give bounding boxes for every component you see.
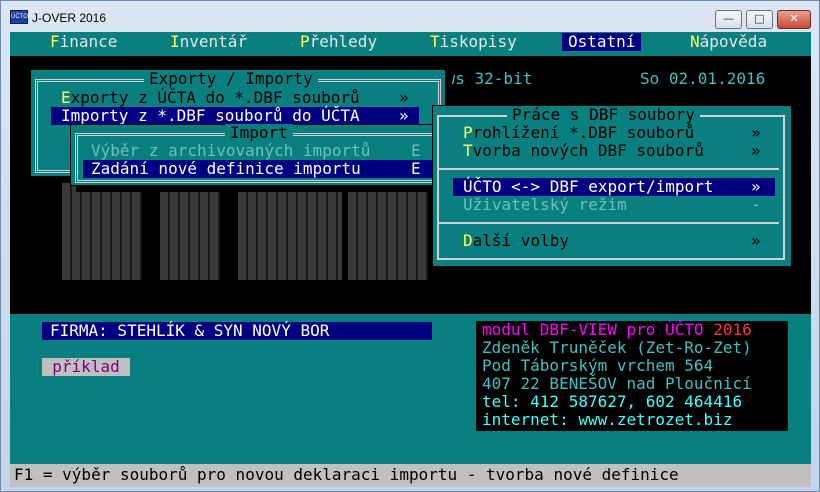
module-info-box: modul DBF-VIEW pro ÚČTO 2016 Zdeněk Trun…: [476, 321, 788, 431]
submenu-arrow-icon: »: [751, 141, 761, 160]
street-line: Pod Táborským vrchem 564: [482, 356, 714, 375]
menu-item-vyber-archivovanych[interactable]: Výběr z archivovaných importů E: [91, 142, 431, 160]
console-area: Finance Inventář Přehledy Tiskopisy Osta…: [10, 32, 811, 487]
submenu-arrow-icon: »: [751, 231, 761, 250]
phone-line: tel: 412 587627, 602 464416: [482, 392, 743, 411]
app-icon[interactable]: ÚČTO: [10, 10, 28, 24]
window-title: J-OVER 2016: [32, 11, 107, 25]
menu-item-tvorba[interactable]: Tvorba nových DBF souborů »: [463, 142, 773, 160]
dalsi-hotkey: D: [463, 231, 473, 250]
logo-block-1: [62, 180, 142, 280]
exporty-hotkey: E: [61, 88, 71, 107]
importy-label: Importy z *.DBF souborů do ÚČTA: [61, 106, 360, 125]
os-label: ows 32-bit: [436, 69, 533, 88]
module-name: modul DBF-VIEW pro ÚČTO: [482, 320, 704, 339]
company-name: FIRMA: STEHLÍK & SYN NOVÝ BOR: [42, 322, 432, 340]
menu-tiskopisy-hotkey: T: [430, 32, 440, 51]
import-submenu: Import Výběr z archivovaných importů E Z…: [70, 124, 456, 186]
menu-napoveda[interactable]: Nápověda: [690, 33, 767, 51]
menu-item-prohlizeni[interactable]: Prohlížení *.DBF souborů »: [463, 124, 773, 142]
menu-item-uzivatelsky-rezim[interactable]: Uživatelský režim -: [463, 196, 773, 214]
menu-finance[interactable]: Finance: [50, 33, 117, 51]
menu-ostatni-label: Ostatní: [568, 32, 636, 51]
menu-item-ucto-dbf-export-import[interactable]: ÚČTO <-> DBF export/import »: [453, 178, 775, 196]
submenu-arrow-icon: »: [751, 177, 761, 196]
exporty-importy-title: Exporty / Importy: [144, 70, 318, 88]
menu-bar: Finance Inventář Přehledy Tiskopisy Osta…: [10, 32, 811, 52]
tvorba-label: vorba nových DBF souborů: [472, 141, 704, 160]
menu-item-zadani-nove-definice[interactable]: Zadání nové definice importu E: [83, 160, 433, 178]
exporty-label: xporty z ÚČTA do *.DBF souborů: [70, 88, 360, 107]
submenu-arrow-icon: »: [399, 106, 409, 125]
close-button[interactable]: ✕: [777, 10, 811, 29]
dalsi-label: alší volby: [472, 231, 569, 250]
status-bar: F1 = výběr souborů pro novou deklaraci i…: [10, 464, 811, 487]
zadani-label: Zadání nové definice importu: [91, 159, 361, 178]
menu-ostatni[interactable]: Ostatní: [562, 32, 642, 51]
prace-dbf-title: Práce s DBF soubory: [507, 106, 701, 124]
uzivatelsky-label: živatelský režim: [472, 195, 627, 214]
prohlizeni-hotkey: P: [463, 123, 473, 142]
city-line: 407 22 BENEŠOV nad Ploučnicí: [482, 374, 752, 393]
menu-napoveda-hotkey: N: [690, 32, 700, 51]
application-window: ÚČTO J-OVER 2016 — □ ✕ Finance Inventář …: [0, 0, 820, 492]
menu-prehledy-label: řehledy: [309, 32, 378, 51]
disabled-marker: -: [751, 195, 761, 214]
maximize-button[interactable]: □: [746, 10, 773, 29]
web-line: internet: www.zetrozet.biz: [482, 410, 733, 429]
author-line: Zdeněk Truněček (Zet-Ro-Zet): [482, 338, 752, 357]
menu-inventar-hotkey: I: [170, 32, 180, 51]
company-name-text: FIRMA: STEHLÍK & SYN NOVÝ BOR: [50, 321, 330, 340]
menu-prehledy-hotkey: P: [300, 32, 310, 51]
uzivatelsky-hotkey: U: [463, 195, 473, 214]
import-title: Import: [225, 124, 293, 142]
ucto-dbf-label: ÚČTO <-> DBF export/import: [463, 177, 714, 196]
menu-tiskopisy-label: iskopisy: [439, 32, 517, 51]
menu-prehledy[interactable]: Přehledy: [300, 33, 377, 51]
menu-inventar-label: nventář: [179, 32, 248, 51]
menu-napoveda-label: ápověda: [699, 32, 768, 51]
submenu-arrow-icon: »: [399, 88, 409, 107]
menu-finance-hotkey: F: [50, 32, 60, 51]
logo-block-2: [160, 182, 220, 280]
menu-separator: [439, 168, 779, 170]
logo-block-3: [238, 182, 342, 280]
submenu-arrow-icon: »: [751, 123, 761, 142]
menu-finance-label: inance: [59, 32, 118, 51]
menu-separator: [439, 222, 779, 224]
menu-tiskopisy[interactable]: Tiskopisy: [430, 33, 517, 51]
menu-item-exporty[interactable]: Exporty z ÚČTA do *.DBF souborů »: [61, 89, 417, 107]
date-label: So 02.01.2016: [640, 69, 766, 88]
menu-item-dalsi-volby[interactable]: Další volby »: [463, 232, 773, 250]
module-year: 2016: [713, 320, 752, 339]
minimize-button[interactable]: —: [715, 10, 742, 29]
shortcut-key: E: [411, 159, 421, 178]
title-bar[interactable]: ÚČTO J-OVER 2016 — □ ✕: [1, 1, 819, 31]
logo-block-4: [348, 182, 428, 280]
vyber-label: Výběr z archivovaných importů: [91, 141, 371, 160]
shortcut-key: E: [411, 141, 421, 160]
menu-inventar[interactable]: Inventář: [170, 33, 247, 51]
tvorba-hotkey: T: [463, 141, 473, 160]
sample-badge[interactable]: příklad: [42, 358, 130, 376]
module-line: modul DBF-VIEW pro ÚČTO 2016: [482, 321, 752, 339]
prohlizeni-label: rohlížení *.DBF souborů: [472, 123, 695, 142]
prace-dbf-menu: Práce s DBF soubory Prohlížení *.DBF sou…: [432, 105, 792, 267]
